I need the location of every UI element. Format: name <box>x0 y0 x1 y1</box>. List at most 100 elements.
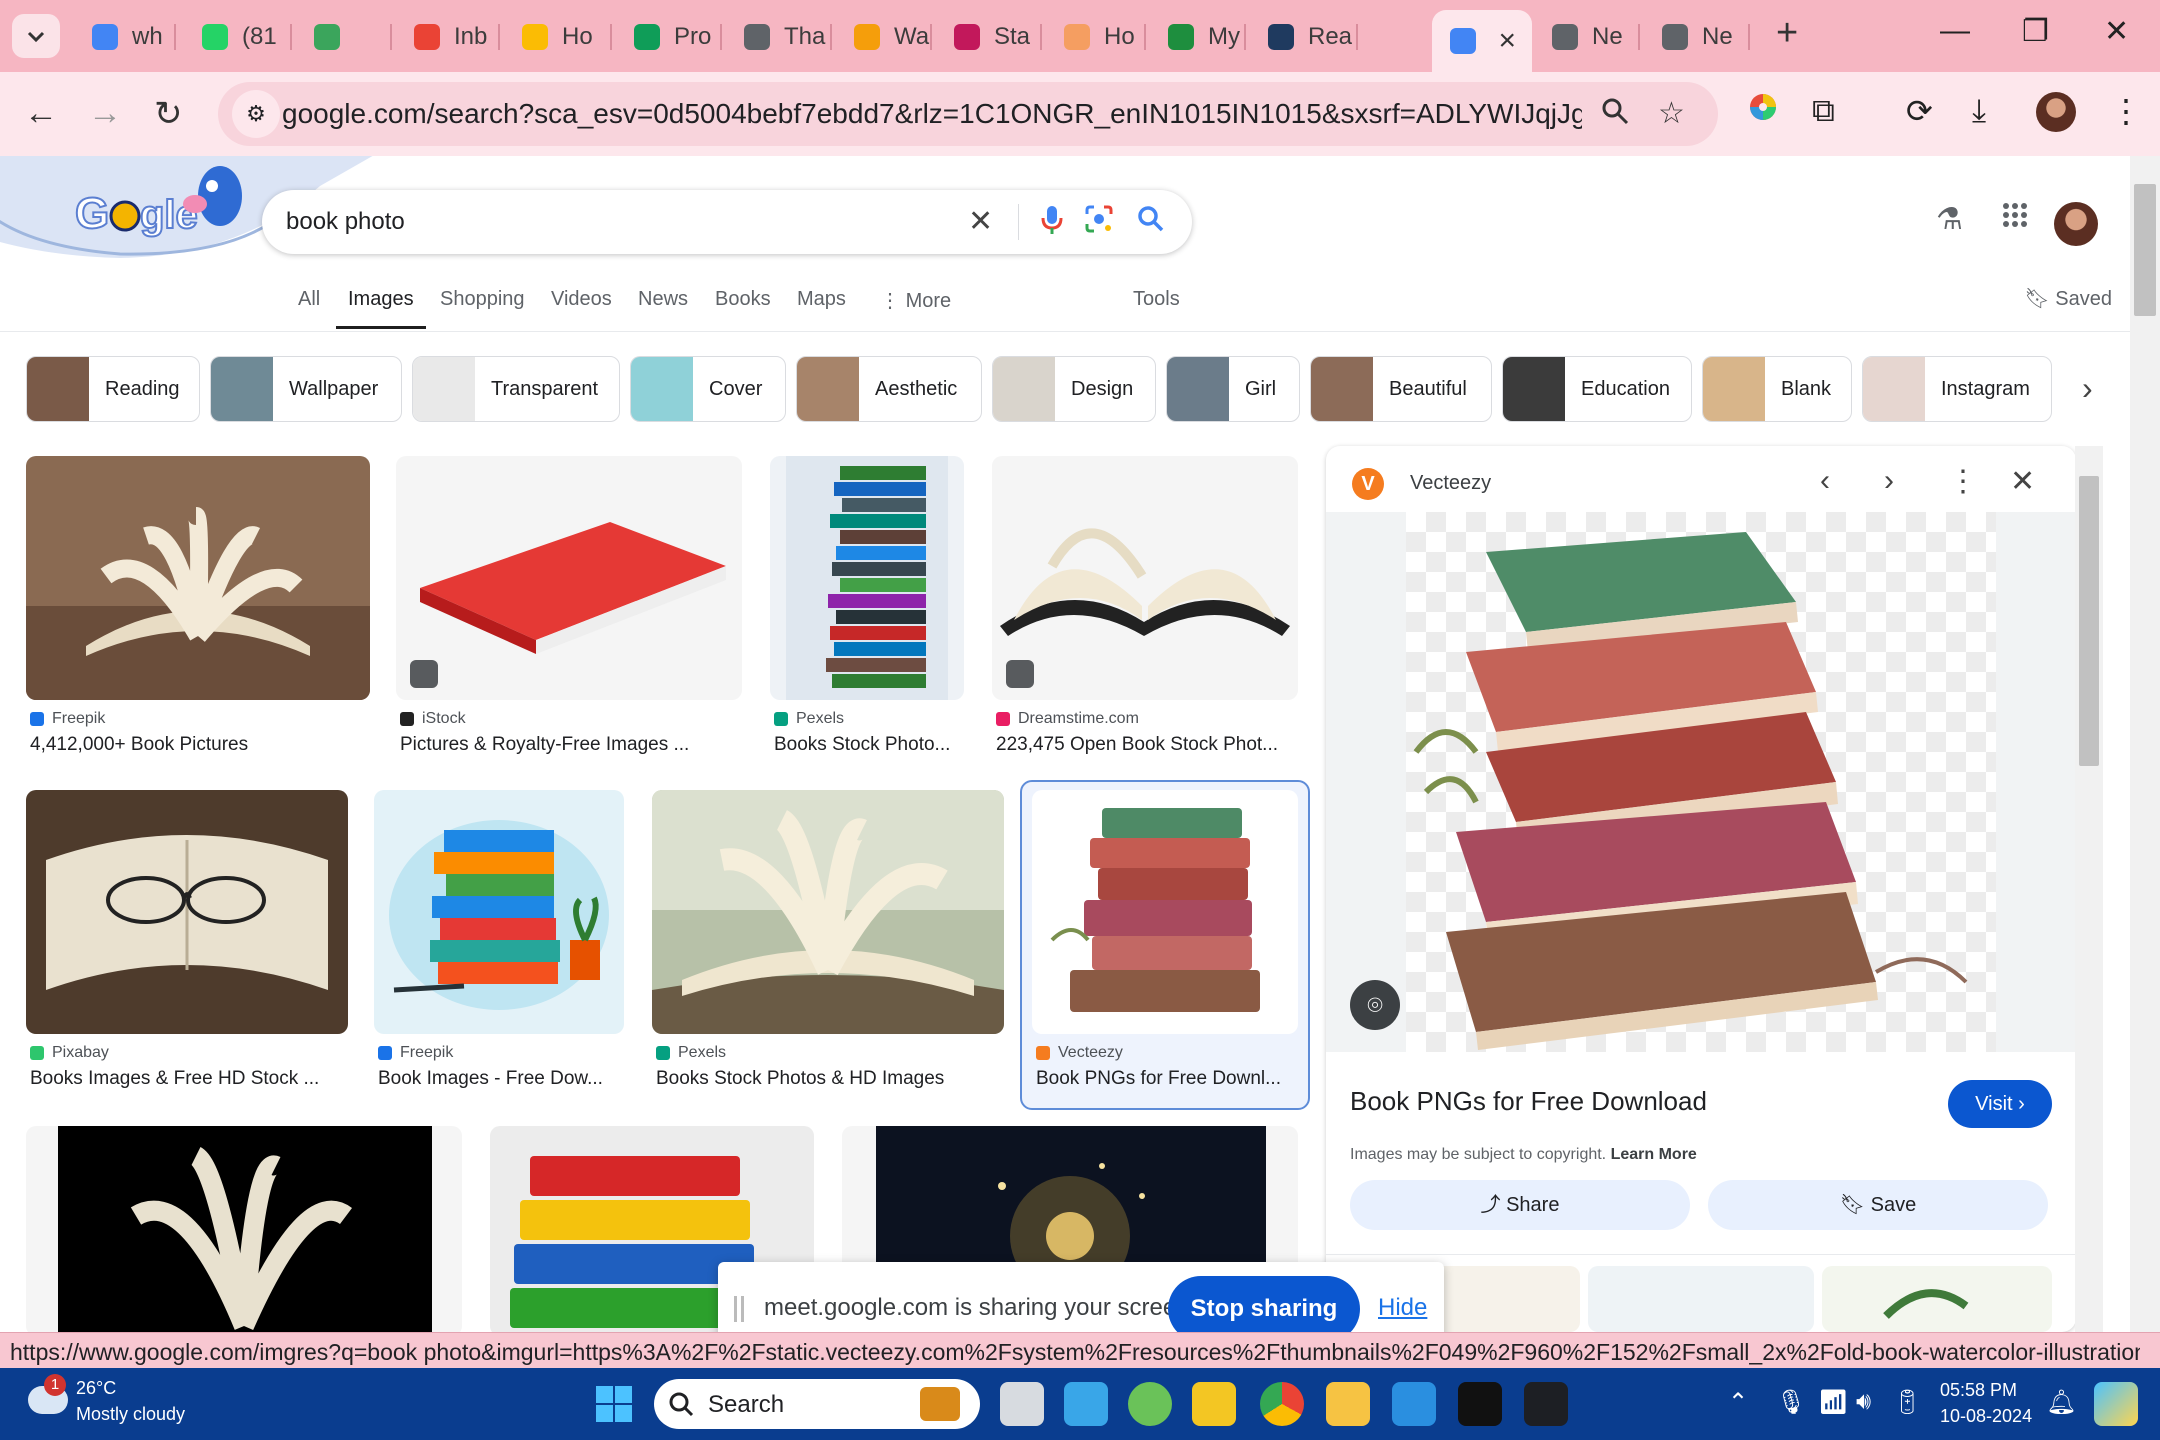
result-title[interactable]: Book Images - Free Dow... <box>378 1068 618 1090</box>
hide-sharing-bar-link[interactable]: Hide <box>1378 1294 1427 1322</box>
result-title[interactable]: Books Images & Free HD Stock ... <box>30 1068 348 1090</box>
browser-tab[interactable]: Ne <box>1644 12 1750 62</box>
task-view-icon[interactable] <box>1000 1382 1044 1426</box>
chrome-icon[interactable] <box>1260 1382 1304 1426</box>
address-url[interactable]: google.com/search?sca_esv=0d5004bebf7ebd… <box>282 98 1582 130</box>
visit-button[interactable]: Visit › <box>1948 1080 2052 1128</box>
clock-time[interactable]: 05:58 PM <box>1940 1380 2017 1401</box>
browser-tab[interactable]: Inb <box>396 12 500 62</box>
chips-next-icon[interactable]: › <box>2082 370 2093 407</box>
tab-videos[interactable]: Videos <box>551 288 612 311</box>
copilot-icon[interactable] <box>2094 1382 2138 1426</box>
related-chip[interactable]: Transparent <box>412 356 620 422</box>
extensions-icon[interactable]: ⧉ <box>1812 92 1835 130</box>
restore-icon[interactable]: ❐ <box>2022 14 2049 49</box>
browser-tab[interactable]: My <box>1150 12 1246 62</box>
related-chip[interactable]: Reading <box>26 356 200 422</box>
tab-shopping[interactable]: Shopping <box>440 288 525 311</box>
browser-tab[interactable]: Ne <box>1534 12 1640 62</box>
result-source[interactable]: Freepik <box>30 710 105 728</box>
result-source[interactable]: Pixabay <box>30 1044 109 1062</box>
microphone-icon[interactable]: 🎙︎ <box>1776 1388 1806 1417</box>
previous-icon[interactable]: ‹ <box>1820 464 1830 498</box>
result-source[interactable]: Pexels <box>774 710 844 728</box>
close-panel-icon[interactable]: ✕ <box>2010 464 2035 499</box>
result-source[interactable]: Vecteezy <box>1036 1044 1123 1062</box>
related-chip[interactable]: Aesthetic <box>796 356 982 422</box>
clear-search-icon[interactable]: ✕ <box>968 204 993 239</box>
panel-scrollbar[interactable] <box>2075 446 2103 1332</box>
tab-news[interactable]: News <box>638 288 688 311</box>
browser-tab[interactable]: Ho <box>504 12 612 62</box>
result-image-flipping-pages[interactable] <box>652 790 1004 1034</box>
lock-app-icon[interactable] <box>1192 1382 1236 1426</box>
result-image-open-book-white[interactable] <box>992 456 1298 700</box>
result-title[interactable]: Books Stock Photos & HD Images <box>656 1068 1004 1090</box>
volume-icon[interactable]: 🔊︎ <box>1856 1388 1871 1416</box>
zoom-icon[interactable] <box>1600 96 1630 134</box>
browser-tab[interactable]: Sta <box>936 12 1042 62</box>
site-info-icon[interactable]: ⚙ <box>232 90 280 138</box>
notification-bell-icon[interactable]: 🔔︎ <box>2046 1388 2076 1417</box>
search-icon[interactable] <box>1136 204 1166 242</box>
panel-preview-area[interactable]: ⌾ <box>1326 512 2076 1052</box>
tab-all[interactable]: All <box>298 288 320 311</box>
account-avatar[interactable] <box>2054 202 2098 246</box>
page-scroll-thumb[interactable] <box>2134 184 2156 316</box>
performance-icon[interactable]: ⟳ <box>1906 92 1933 130</box>
weather-condition[interactable]: Mostly cloudy <box>76 1404 185 1425</box>
address-bar[interactable]: ⚙ google.com/search?sca_esv=0d5004bebf7e… <box>218 82 1718 146</box>
result-title[interactable]: 223,475 Open Book Stock Phot... <box>996 734 1296 756</box>
tab-images[interactable]: Images <box>336 288 426 329</box>
vscode-icon[interactable] <box>1392 1382 1436 1426</box>
search-box[interactable]: book photo ✕ <box>262 190 1192 254</box>
close-tab-icon[interactable]: × <box>1498 24 1516 58</box>
back-icon[interactable]: ← <box>24 94 58 133</box>
browser-tab[interactable]: (81 <box>184 12 292 62</box>
result-source[interactable]: iStock <box>400 710 466 728</box>
panel-scroll-thumb[interactable] <box>2079 476 2099 766</box>
result-source[interactable]: Freepik <box>378 1044 453 1062</box>
clock-date[interactable]: 10-08-2024 <box>1940 1406 2032 1427</box>
result-image-illustrated-books[interactable] <box>374 790 624 1034</box>
taskbar-search-box[interactable]: Search <box>654 1379 980 1429</box>
color-wheel-extension-icon[interactable] <box>1748 92 1778 130</box>
profile-avatar[interactable] <box>2036 92 2076 132</box>
browser-tab[interactable]: wh <box>74 12 176 62</box>
panel-source-name[interactable]: Vecteezy <box>1410 472 1491 495</box>
save-button[interactable]: 🔖︎ Save <box>1708 1180 2048 1230</box>
learn-more-link[interactable]: Learn More <box>1611 1146 1697 1163</box>
result-image-watercolor-books[interactable] <box>1032 790 1298 1034</box>
tab-maps[interactable]: Maps <box>797 288 846 311</box>
desktop-app-icon[interactable] <box>1064 1382 1108 1426</box>
related-chip[interactable]: Education <box>1502 356 1692 422</box>
apps-grid-icon[interactable] <box>2002 202 2028 236</box>
labs-flask-icon[interactable]: ⚗ <box>1936 202 1963 237</box>
result-image-red-book[interactable] <box>396 456 742 700</box>
related-chip[interactable]: Instagram <box>1862 356 2052 422</box>
tab-books[interactable]: Books <box>715 288 771 311</box>
weather-temperature[interactable]: 26°C <box>76 1378 116 1399</box>
result-image-book-stack[interactable] <box>770 456 964 700</box>
browser-tab[interactable]: Wa <box>836 12 932 62</box>
result-source[interactable]: Pexels <box>656 1044 726 1062</box>
share-button[interactable]: ⤴ Share <box>1350 1180 1690 1230</box>
forward-icon[interactable]: → <box>88 94 122 133</box>
result-image-book-glasses[interactable] <box>26 790 348 1034</box>
jetbrains-icon[interactable] <box>1458 1382 1502 1426</box>
related-chip[interactable]: Design <box>992 356 1156 422</box>
more-options-icon[interactable]: ⋮ <box>1948 464 1978 499</box>
related-chip[interactable]: Wallpaper <box>210 356 402 422</box>
new-tab-button[interactable]: + <box>1776 12 1798 55</box>
panel-image-watercolor-books[interactable] <box>1406 512 1996 1052</box>
search-inside-image-icon[interactable]: ⌾ <box>1350 980 1400 1030</box>
drag-handle-icon[interactable] <box>734 1296 744 1322</box>
browser-tab[interactable]: Rea <box>1250 12 1358 62</box>
result-image-open-book[interactable] <box>26 456 370 700</box>
windows-start-icon[interactable] <box>596 1386 632 1422</box>
browser-tab[interactable]: Pro <box>616 12 722 62</box>
related-chip[interactable]: Cover <box>630 356 786 422</box>
panel-image-title[interactable]: Book PNGs for Free Download <box>1350 1086 1707 1117</box>
tab-search-button[interactable] <box>12 14 60 58</box>
result-title[interactable]: Pictures & Royalty-Free Images ... <box>400 734 740 756</box>
